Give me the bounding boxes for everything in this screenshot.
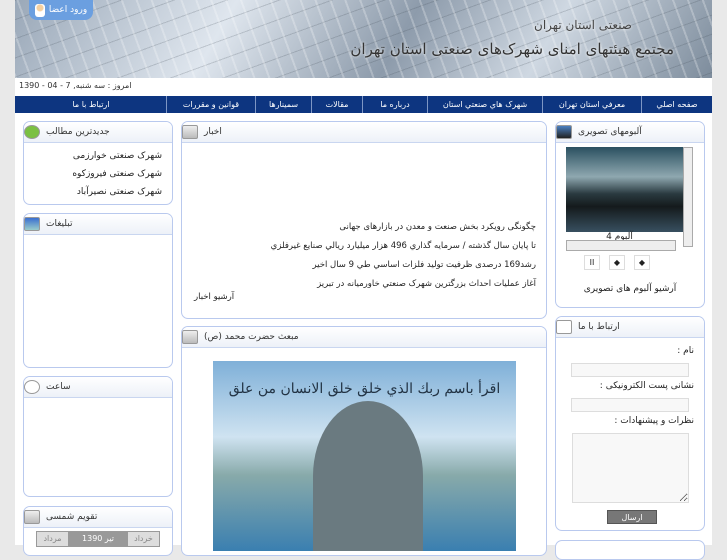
news-panel: اخبار چگونگی رویکرد بخش صنعت و معدن در ب… — [181, 121, 547, 319]
clock-icon — [24, 380, 40, 394]
news-archive-link[interactable]: آرشيو اخبار — [194, 292, 234, 302]
contact-panel: ارتباط با ما نام : نشانی پست الکترونیکی … — [555, 316, 705, 531]
pause-button[interactable]: II — [584, 255, 600, 270]
panel-title: ساعت — [46, 382, 71, 392]
site-title: مجتمع هیئتهای امنای شهرک‌های صنعتی استان… — [350, 40, 674, 58]
next-month-button[interactable]: مرداد — [37, 532, 68, 546]
panel-title: اخبار — [204, 127, 222, 137]
nav-tehran-intro[interactable]: معرفي استان تهران — [542, 96, 641, 113]
latest-item[interactable]: شهرک صنعتی خوارزمی — [24, 148, 172, 164]
news-item[interactable]: رشد169 درصدی ظرفیت تولید فلزات اساسي طي … — [182, 260, 546, 270]
panel-title: جديدترين مطالب — [46, 127, 110, 137]
cave-shape — [313, 401, 423, 551]
today-date: امروز : سه شنبه, 7 - 04 - 1390 — [19, 81, 132, 90]
name-input[interactable] — [571, 363, 689, 377]
vertical-scrollbar[interactable] — [683, 147, 693, 247]
nav-industrial-towns[interactable]: شهرک هاي صنعتي استان — [427, 96, 542, 113]
panel-title: مبعث حضرت محمد (ص) — [204, 332, 299, 342]
album-archive-link[interactable]: آرشیو آلبوم های تصویری — [556, 284, 704, 294]
current-month: 1390 تیر — [68, 532, 128, 546]
horizontal-scrollbar[interactable] — [566, 240, 676, 251]
calendar-panel: تقويم شمسی خرداد 1390 تیر مرداد — [23, 506, 173, 556]
clock-panel: ساعت — [23, 376, 173, 497]
ads-panel: تبليغات — [23, 213, 173, 368]
calendar-icon — [24, 510, 40, 524]
latest-panel: جديدترين مطالب شهرک صنعتی خوارزمی شهرک ص… — [23, 121, 173, 205]
main-nav: صفحه اصلي معرفي استان تهران شهرک هاي صنع… — [15, 96, 712, 113]
site-subtitle: صنعتی استان تهران — [534, 18, 632, 32]
page: صنعتی استان تهران مجتمع هیئتهای امنای شه… — [15, 0, 712, 560]
monitor-icon — [24, 217, 40, 231]
submit-button[interactable]: ارسال — [607, 510, 657, 524]
news-item[interactable]: تا پایان سال گذشته / سرمایه گذاري 496 هز… — [182, 241, 546, 251]
mabath-panel: مبعث حضرت محمد (ص) اقرأ باسم ربك الذي خل… — [181, 326, 547, 556]
nav-regulations[interactable]: قوانين و مقررات — [166, 96, 255, 113]
calligraphy-text: اقرأ باسم ربك الذي خلق خلق الانسان من عل… — [228, 381, 501, 397]
nav-articles[interactable]: مقالات — [311, 96, 362, 113]
news-item[interactable]: چگونگی رویکرد بخش صنعت و معدن در بازارها… — [182, 222, 546, 232]
next-button[interactable]: ◆ — [634, 255, 650, 270]
camera-icon — [556, 125, 572, 139]
email-label: نشانی پست الکترونیکی : — [599, 381, 694, 391]
nav-contact[interactable]: ارتباط با ما — [16, 96, 166, 113]
prev-button[interactable]: ◆ — [609, 255, 625, 270]
comments-textarea[interactable] — [572, 433, 689, 503]
album-photo[interactable] — [566, 147, 683, 232]
latest-item[interactable]: شهرک صنعتی فیروزکوه — [24, 166, 172, 182]
panel-title: ارتباط با ما — [578, 322, 620, 332]
nav-seminars[interactable]: سمينارها — [255, 96, 311, 113]
news-item[interactable]: آغاز عملیات احداث بزرگترین شهرک صنعتي خا… — [182, 279, 546, 289]
nav-about[interactable]: درباره ما — [362, 96, 427, 113]
login-label: ورود اعضا — [48, 5, 88, 15]
member-login-button[interactable]: ورود اعضا — [29, 0, 93, 20]
window-icon — [182, 330, 198, 344]
mabath-image: اقرأ باسم ربك الذي خلق خلق الانسان من عل… — [213, 361, 516, 551]
next-right-panel — [555, 540, 705, 560]
name-label: نام : — [677, 346, 694, 356]
user-icon — [34, 3, 45, 17]
albums-panel: آلبومهای تصویری آلبوم 4 II ◆ ◆ آرشیو آلب… — [555, 121, 705, 308]
prev-month-button[interactable]: خرداد — [128, 532, 159, 546]
new-icon — [24, 125, 40, 139]
panel-title: آلبومهای تصویری — [578, 127, 642, 137]
header-banner: صنعتی استان تهران مجتمع هیئتهای امنای شه… — [15, 0, 712, 78]
latest-item[interactable]: شهرک صنعتی نصیرآباد — [24, 184, 172, 200]
panel-title: تبليغات — [46, 219, 73, 229]
email-input[interactable] — [571, 398, 689, 412]
window-icon — [182, 125, 198, 139]
nav-home[interactable]: صفحه اصلي — [641, 96, 712, 113]
comments-label: نظرات و پیشنهادات : — [614, 416, 694, 426]
panel-title: تقويم شمسی — [46, 512, 98, 522]
pencil-icon — [556, 320, 572, 334]
